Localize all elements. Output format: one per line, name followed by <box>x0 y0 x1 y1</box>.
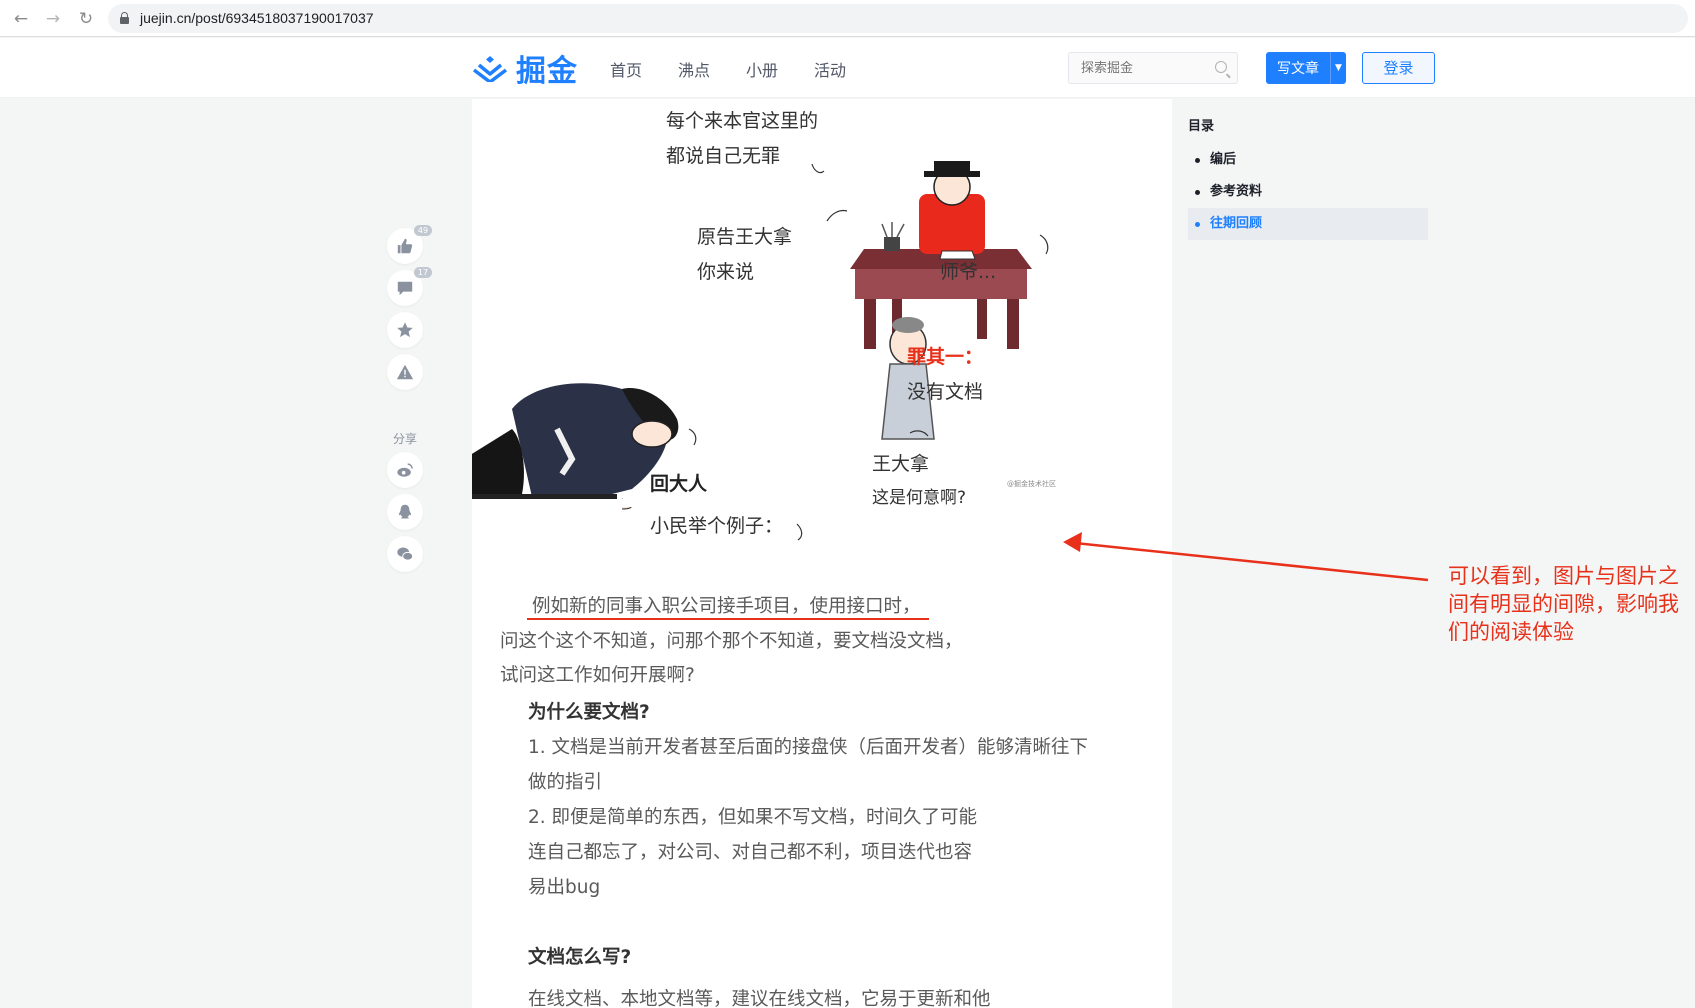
article-paragraph: 例如新的同事入职公司接手项目，使用接口时， <box>532 596 921 617</box>
site-header: 掘金 首页 沸点 小册 活动 写文章 ▼ 登录 <box>0 38 1695 98</box>
toc-item-references[interactable]: 参考资料 <box>1188 176 1428 208</box>
red-underline-mark <box>527 618 929 620</box>
comic-drawing <box>472 161 1049 541</box>
comic-reply-title: 回大人 <box>650 473 708 495</box>
article-paragraph: 在线文档、本地文档等，建议在线文档，它易于更新和他 <box>528 989 991 1008</box>
collect-button[interactable] <box>387 312 423 348</box>
address-bar[interactable]: juejin.cn/post/6934518037190017037 <box>108 4 1688 33</box>
section-heading: 文档怎么写? <box>528 947 632 968</box>
search-box <box>1068 52 1238 84</box>
comment-icon <box>397 281 413 296</box>
thumbs-up-icon <box>397 238 413 254</box>
list-item: 做的指引 <box>528 772 603 793</box>
comic-illustration: 每个来本官这里的 都说自己无罪 原告王大拿 你来说 师爷... 罪其一： 没有文… <box>472 99 1172 594</box>
annotation-note: 可以看到，图片与图片之间有明显的间隙，影响我们的阅读体验 <box>1448 564 1679 644</box>
write-article-button[interactable]: 写文章 ▼ <box>1266 52 1346 84</box>
like-count-badge: 49 <box>414 225 432 236</box>
comic-line-4: 你来说 <box>697 261 755 283</box>
comic-reply-text: 小民举个例子： <box>650 515 784 537</box>
comic-question: 这是何意啊? <box>872 488 967 508</box>
list-item: 2. 即便是简单的东西，但如果不写文档，时间久了可能 <box>528 807 978 828</box>
article-paragraph: 问这个这个不知道，问那个那个不知道，要文档没文档， <box>500 631 963 652</box>
juejin-logo-icon <box>472 56 508 82</box>
browser-toolbar: ← → ↻ juejin.cn/post/6934518037190017037 <box>0 0 1695 37</box>
toc-item-past-issues[interactable]: 往期回顾 <box>1188 208 1428 240</box>
weibo-icon <box>397 463 413 477</box>
section-heading: 为什么要文档? <box>528 702 650 723</box>
article-content: 每个来本官这里的 都说自己无罪 原告王大拿 你来说 师爷... 罪其一： 没有文… <box>472 99 1172 1008</box>
comic-line-2: 都说自己无罪 <box>666 145 781 167</box>
share-wechat-button[interactable] <box>387 536 423 572</box>
list-item: 1. 文档是当前开发者甚至后面的接盘侠（后面开发者）能够清晰往下 <box>528 737 1089 758</box>
star-icon <box>397 322 413 338</box>
comment-button[interactable]: 17 <box>387 267 432 306</box>
url-text[interactable]: juejin.cn/post/6934518037190017037 <box>140 10 374 26</box>
share-label: 分享 <box>393 432 418 446</box>
caret-down-icon[interactable]: ▼ <box>1330 52 1346 84</box>
list-item: 易出bug <box>528 877 601 898</box>
main-nav: 首页 沸点 小册 活动 <box>610 57 846 81</box>
article-paragraph: 试问这工作如何开展啊? <box>500 665 695 686</box>
list-item: 连自己都忘了，对公司、对自己都不利，项目迭代也容 <box>528 842 973 863</box>
back-arrow-icon[interactable]: ← <box>10 8 32 30</box>
comic-watermark: @掘金技术社区 <box>1007 480 1056 488</box>
comment-count-badge: 17 <box>414 267 432 278</box>
warning-icon <box>396 364 414 380</box>
nav-item-home[interactable]: 首页 <box>610 57 642 81</box>
nav-item-events[interactable]: 活动 <box>814 57 846 81</box>
wechat-icon <box>397 547 414 561</box>
reload-icon[interactable]: ↻ <box>75 8 97 30</box>
like-button[interactable]: 49 <box>387 225 432 264</box>
comic-line-3: 原告王大拿 <box>697 226 793 248</box>
comic-line-5: 师爷... <box>940 261 997 283</box>
share-qq-button[interactable] <box>387 494 423 530</box>
qq-icon <box>399 504 411 519</box>
nav-item-books[interactable]: 小册 <box>746 57 778 81</box>
report-button[interactable] <box>387 354 423 390</box>
juejin-logo[interactable]: 掘金 <box>472 48 578 89</box>
toc-title: 目录 <box>1188 119 1215 134</box>
search-input[interactable] <box>1069 53 1199 83</box>
write-article-label: 写文章 <box>1277 61 1319 77</box>
comic-name: 王大拿 <box>872 453 930 475</box>
comic-charge-title: 罪其一： <box>907 346 984 368</box>
lock-icon <box>120 12 129 24</box>
toc-item-afterword[interactable]: 编后 <box>1188 144 1428 176</box>
search-icon[interactable] <box>1215 61 1227 73</box>
table-of-contents: 目录 编后 参考资料 往期回顾 <box>1188 115 1428 240</box>
forward-arrow-icon[interactable]: → <box>42 8 64 30</box>
login-button[interactable]: 登录 <box>1362 52 1435 84</box>
share-weibo-button[interactable] <box>387 452 423 488</box>
nav-item-pins[interactable]: 沸点 <box>678 57 710 81</box>
comic-charge-text: 没有文档 <box>907 381 984 403</box>
comic-line-1: 每个来本官这里的 <box>666 110 819 132</box>
logo-text: 掘金 <box>516 54 578 89</box>
